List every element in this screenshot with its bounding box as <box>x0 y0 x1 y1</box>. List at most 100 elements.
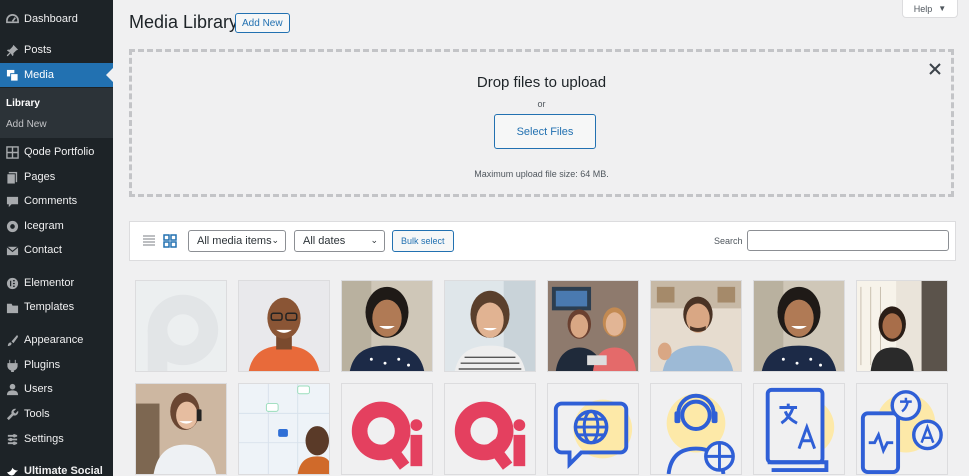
page-title: Media Library <box>129 12 239 32</box>
date-value: All dates <box>303 235 346 247</box>
sidebar-item-pages[interactable]: Pages <box>0 165 113 189</box>
sidebar-item-elementor[interactable]: Elementor <box>0 271 113 295</box>
sidebar-item-media[interactable]: Media <box>0 63 113 87</box>
sidebar-item-label: Appearance <box>24 334 84 346</box>
submenu-add-new[interactable]: Add New <box>6 119 47 130</box>
media-item-photo[interactable] <box>547 280 639 372</box>
list-view-icon[interactable] <box>142 234 156 248</box>
sidebar-item-label: Dashboard <box>24 13 78 25</box>
media-item-illustration[interactable] <box>547 383 639 475</box>
chevron-down-icon: ⌄ <box>370 235 378 245</box>
bird-icon <box>5 464 19 476</box>
sidebar-item-label: Settings <box>24 433 64 445</box>
media-icon <box>5 68 19 82</box>
smiling-man-orange-shirt <box>239 281 329 371</box>
sidebar-item-label: Templates <box>24 301 75 313</box>
sidebar-item-label: Posts <box>24 44 52 56</box>
elementor-icon <box>5 276 19 290</box>
media-item-placeholder[interactable] <box>135 280 227 372</box>
folder-icon <box>5 300 19 314</box>
date-select[interactable]: All dates ⌄ <box>294 230 385 252</box>
sidebar-item-label: Comments <box>24 195 78 207</box>
qode-logo <box>342 384 432 474</box>
support-agent-icon <box>651 384 741 474</box>
sidebar-item-label: Plugins <box>24 359 61 371</box>
sidebar-item-label: Elementor <box>24 277 75 289</box>
sidebar-item-comments[interactable]: Comments <box>0 189 113 213</box>
man-with-map-pins <box>239 384 329 474</box>
mail-icon <box>5 243 19 257</box>
sidebar-item-contact[interactable]: Contact <box>0 238 113 262</box>
sidebar-item-label: Qode Portfolio <box>24 146 95 158</box>
upload-dropzone[interactable]: Drop files to upload or Select Files Max… <box>129 49 954 197</box>
grid-icon <box>5 145 19 159</box>
help-tab[interactable]: Help ▼ <box>902 0 958 18</box>
user-icon <box>5 382 19 396</box>
sidebar-item-label: Contact <box>24 244 62 256</box>
sidebar-item-tools[interactable]: Tools <box>0 402 113 426</box>
media-item-illustration[interactable] <box>753 383 845 475</box>
media-item-photo[interactable] <box>341 280 433 372</box>
sidebar-item-qode-portfolio[interactable]: Qode Portfolio <box>0 140 113 164</box>
media-item-photo[interactable] <box>650 280 742 372</box>
media-item-logo[interactable] <box>444 383 536 475</box>
media-item-photo[interactable] <box>856 280 948 372</box>
bulk-select-button[interactable]: Bulk select <box>392 230 454 252</box>
media-submenu: Library Add New <box>0 88 113 138</box>
pages-icon <box>5 170 19 184</box>
sidebar-item-plugins[interactable]: Plugins <box>0 353 113 377</box>
media-item-illustration[interactable] <box>856 383 948 475</box>
sidebar-item-label: Tools <box>24 408 50 420</box>
drop-files-title: Drop files to upload <box>476 74 607 91</box>
sidebar-item-posts[interactable]: Posts <box>0 38 113 62</box>
translate-book-icon <box>754 384 844 474</box>
select-files-button[interactable]: Select Files <box>494 114 596 149</box>
sidebar-item-settings[interactable]: Settings <box>0 427 113 451</box>
sidebar-item-label: Media <box>24 69 54 81</box>
caret-down-icon: ▼ <box>938 4 947 13</box>
media-item-photo[interactable] <box>238 280 330 372</box>
media-type-value: All media items <box>197 235 272 247</box>
phone-translate-icon <box>857 384 947 474</box>
wrench-icon <box>5 407 19 421</box>
help-label: Help <box>913 3 933 14</box>
chevron-down-icon: ⌄ <box>271 235 279 245</box>
search-input[interactable] <box>747 230 949 251</box>
sidebar-item-users[interactable]: Users <box>0 377 113 401</box>
max-upload-size: Maximum upload file size: 64 MB. <box>474 169 609 179</box>
sidebar-item-label: Icegram <box>24 220 64 232</box>
media-item-logo[interactable] <box>341 383 433 475</box>
placeholder-image <box>136 281 226 371</box>
woman-polka-dot-blouse <box>754 281 844 371</box>
dashboard-icon <box>5 12 19 26</box>
man-gesturing-desk <box>651 281 741 371</box>
sidebar-item-icegram[interactable]: Icegram <box>0 214 113 238</box>
settings-icon <box>5 432 19 446</box>
sidebar-item-appearance[interactable]: Appearance <box>0 328 113 352</box>
search-label: Search <box>714 236 743 246</box>
sidebar-item-dashboard[interactable]: Dashboard <box>0 7 113 31</box>
brush-icon <box>5 333 19 347</box>
icegram-icon <box>5 219 19 233</box>
pin-icon <box>5 43 19 57</box>
media-item-photo[interactable] <box>444 280 536 372</box>
media-type-select[interactable]: All media items ⌄ <box>188 230 286 252</box>
globe-chat-icon <box>548 384 638 474</box>
admin-sidebar: Dashboard Posts Media Library Add New Qo… <box>0 0 113 476</box>
sidebar-item-label: Pages <box>24 171 56 183</box>
two-women-office <box>548 281 638 371</box>
plug-icon <box>5 358 19 372</box>
media-item-illustration[interactable] <box>650 383 742 475</box>
sidebar-item-ultimate-social[interactable]: Ultimate Social <box>0 459 113 476</box>
add-new-button[interactable]: Add New <box>235 13 290 33</box>
media-item-photo[interactable] <box>135 383 227 475</box>
qode-logo <box>445 384 535 474</box>
sidebar-item-templates[interactable]: Templates <box>0 295 113 319</box>
submenu-library[interactable]: Library <box>6 98 40 109</box>
grid-view-icon[interactable] <box>163 234 177 248</box>
sidebar-item-label: Ultimate Social <box>24 465 103 476</box>
media-item-photo[interactable] <box>238 383 330 475</box>
sidebar-item-label: Users <box>24 383 53 395</box>
media-item-photo[interactable] <box>753 280 845 372</box>
woman-by-window <box>857 281 947 371</box>
